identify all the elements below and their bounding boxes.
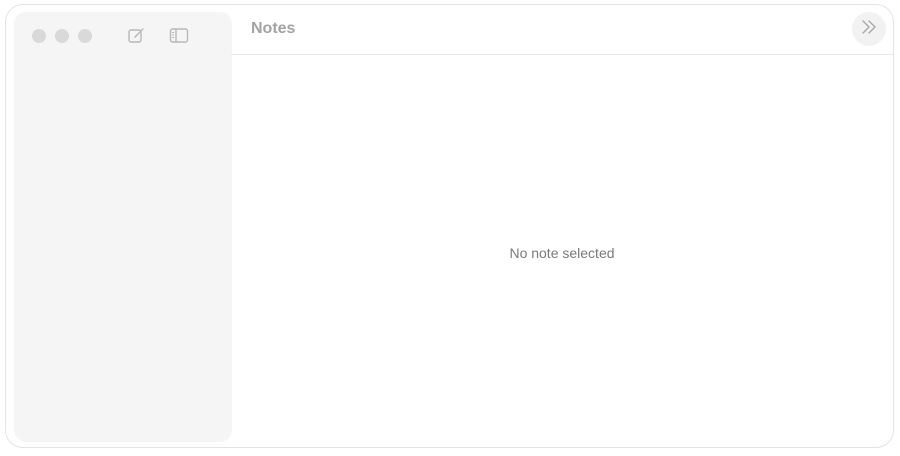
maximize-window-button[interactable] [78,29,92,43]
empty-state-message: No note selected [509,245,615,261]
notes-window: Notes No note selected [5,4,894,448]
compose-icon[interactable] [126,27,146,45]
close-window-button[interactable] [32,29,46,43]
sidebar-toggle-icon[interactable] [169,27,189,45]
double-chevron-right-icon [860,19,878,40]
page-title: Notes [251,20,296,37]
header: Notes [231,5,893,55]
main-pane: Notes No note selected [231,5,893,447]
sidebar [14,12,232,442]
minimize-window-button[interactable] [55,29,69,43]
expand-button[interactable] [852,12,886,46]
